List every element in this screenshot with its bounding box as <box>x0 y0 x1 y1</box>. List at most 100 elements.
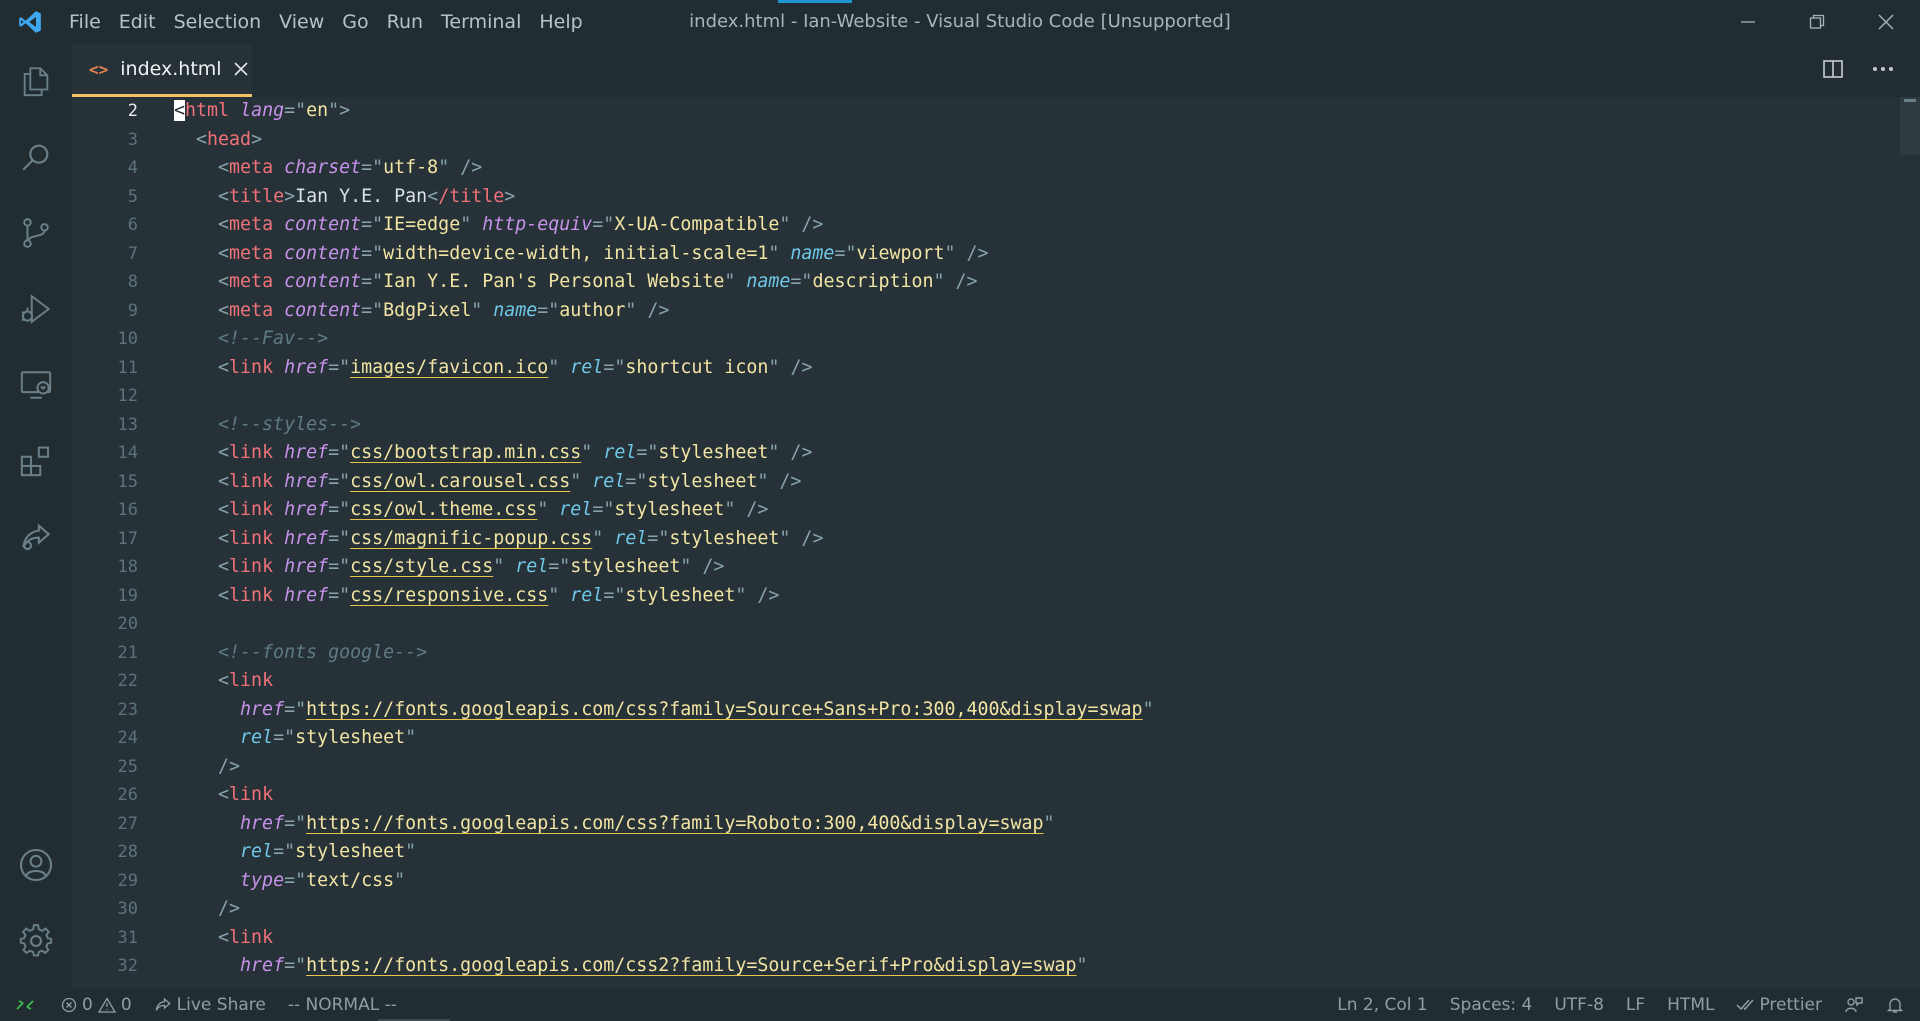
vertical-scrollbar[interactable] <box>1900 97 1920 155</box>
line-number: 8 <box>127 272 138 292</box>
code-line: type="text/css" <box>240 869 406 891</box>
code-line: rel="stylesheet" <box>240 727 417 748</box>
menu-help[interactable]: Help <box>530 0 591 44</box>
editor-actions <box>1822 58 1894 84</box>
feedback-button[interactable] <box>1833 995 1875 1015</box>
prettier-status[interactable]: Prettier <box>1725 995 1833 1015</box>
close-icon <box>234 62 248 76</box>
gear-icon <box>19 924 53 957</box>
warning-icon <box>97 996 116 1013</box>
live-share-icon <box>155 997 171 1011</box>
line-number: 11 <box>117 357 138 378</box>
activity-bar <box>0 44 72 988</box>
bell-icon <box>1886 997 1904 1013</box>
minimize-button[interactable] <box>1713 0 1782 44</box>
status-bar: 0 0 Live Share -- NORMAL -- Ln 2, Col 1 … <box>0 988 1920 1021</box>
window-controls <box>1713 0 1920 44</box>
restore-icon <box>1809 14 1824 29</box>
feedback-icon <box>1845 996 1863 1012</box>
code-line: <!--styles--> <box>218 413 362 435</box>
title-bar: File Edit Selection View Go Run Terminal… <box>0 0 1920 44</box>
line-number: 29 <box>117 870 138 891</box>
status-bar-right: Ln 2, Col 1 Spaces: 4 UTF-8 LF HTML Pret… <box>1326 988 1920 1021</box>
code-line: /> <box>218 898 241 919</box>
line-number: 28 <box>117 842 138 862</box>
language-mode[interactable]: HTML <box>1656 995 1725 1015</box>
extensions-button[interactable] <box>13 438 59 484</box>
code-line: <meta charset="utf-8" /> <box>218 157 483 178</box>
code-line: /> <box>218 755 241 777</box>
line-number: 18 <box>117 557 138 577</box>
accounts-button[interactable] <box>13 842 59 888</box>
code-line: <link <box>218 784 274 805</box>
close-icon <box>1878 14 1893 30</box>
extensions-icon <box>20 446 50 477</box>
run-debug-button[interactable] <box>13 286 59 332</box>
live-share-button[interactable] <box>13 514 59 560</box>
file-encoding[interactable]: UTF-8 <box>1543 995 1615 1015</box>
menu-file[interactable]: File <box>60 0 110 44</box>
remote-explorer-icon <box>20 371 52 399</box>
tab-index-html[interactable]: <> index.html <box>72 44 252 97</box>
line-number-gutter: 2 3 4 5 6 7 8 9 10 11 12 13 14 15 16 17 … <box>72 97 138 988</box>
code-line: <link href="images/favicon.ico" rel="sho… <box>218 356 813 378</box>
split-editor-button[interactable] <box>1822 58 1844 84</box>
vscode-logo-icon[interactable] <box>0 0 60 44</box>
menu-terminal[interactable]: Terminal <box>432 0 530 44</box>
line-number: 26 <box>117 785 138 805</box>
remote-explorer-button[interactable] <box>13 362 59 408</box>
search-button[interactable] <box>13 134 59 180</box>
code-line: <link href="css/bootstrap.min.css" rel="… <box>218 442 813 463</box>
source-control-icon <box>23 218 49 248</box>
title-accent-bar <box>778 0 852 3</box>
account-icon <box>19 848 53 882</box>
live-share-status[interactable]: Live Share <box>143 995 277 1015</box>
line-number: 4 <box>127 158 138 178</box>
tab-close-button[interactable] <box>234 62 248 76</box>
code-line: <!--fonts google--> <box>218 641 428 663</box>
remote-icon <box>16 999 34 1010</box>
line-number: 24 <box>117 728 138 748</box>
menu-bar: File Edit Selection View Go Run Terminal… <box>60 0 592 44</box>
live-share-icon <box>22 523 51 551</box>
line-number: 22 <box>117 671 138 691</box>
line-number: 16 <box>117 500 138 520</box>
code-line: <!--Fav--> <box>218 328 329 349</box>
line-number: 20 <box>117 614 138 634</box>
manage-button[interactable] <box>13 918 59 964</box>
code-editor[interactable]: 2 3 4 5 6 7 8 9 10 11 12 13 14 15 16 17 … <box>72 97 1920 988</box>
line-number: 3 <box>127 129 138 150</box>
more-actions-button[interactable] <box>1872 58 1894 84</box>
remote-indicator-button[interactable] <box>0 988 50 1021</box>
search-icon <box>22 144 49 171</box>
code-area[interactable]: <html lang="en"> <head> <meta charset="u… <box>174 97 1874 988</box>
close-window-button[interactable] <box>1851 0 1920 44</box>
line-number: 6 <box>127 215 138 235</box>
line-number: 31 <box>117 927 138 948</box>
source-control-button[interactable] <box>13 210 59 256</box>
code-line: <link href="css/responsive.css" rel="sty… <box>218 584 780 606</box>
line-number: 5 <box>127 186 138 207</box>
line-number: 15 <box>117 471 138 492</box>
menu-run[interactable]: Run <box>378 0 432 44</box>
code-line: href="https://fonts.googleapis.com/css2?… <box>240 955 1088 976</box>
restore-button[interactable] <box>1782 0 1851 44</box>
code-line: <link <box>218 670 274 691</box>
menu-selection[interactable]: Selection <box>165 0 271 44</box>
indentation[interactable]: Spaces: 4 <box>1439 995 1544 1015</box>
menu-go[interactable]: Go <box>333 0 377 44</box>
code-line: <meta content="width=device-width, initi… <box>218 242 989 264</box>
minimize-icon <box>1740 21 1755 23</box>
notifications-button[interactable] <box>1875 996 1920 1014</box>
cursor-position[interactable]: Ln 2, Col 1 <box>1326 995 1439 1015</box>
line-number: 27 <box>117 813 138 834</box>
line-number: 12 <box>117 386 138 406</box>
problems-indicator[interactable]: 0 0 <box>50 995 143 1015</box>
end-of-line[interactable]: LF <box>1615 995 1656 1015</box>
code-line: rel="stylesheet" <box>240 841 417 862</box>
menu-edit[interactable]: Edit <box>110 0 165 44</box>
html-file-icon: <> <box>89 59 109 79</box>
explorer-button[interactable] <box>13 58 59 104</box>
menu-view[interactable]: View <box>270 0 333 44</box>
line-number: 23 <box>117 699 138 720</box>
